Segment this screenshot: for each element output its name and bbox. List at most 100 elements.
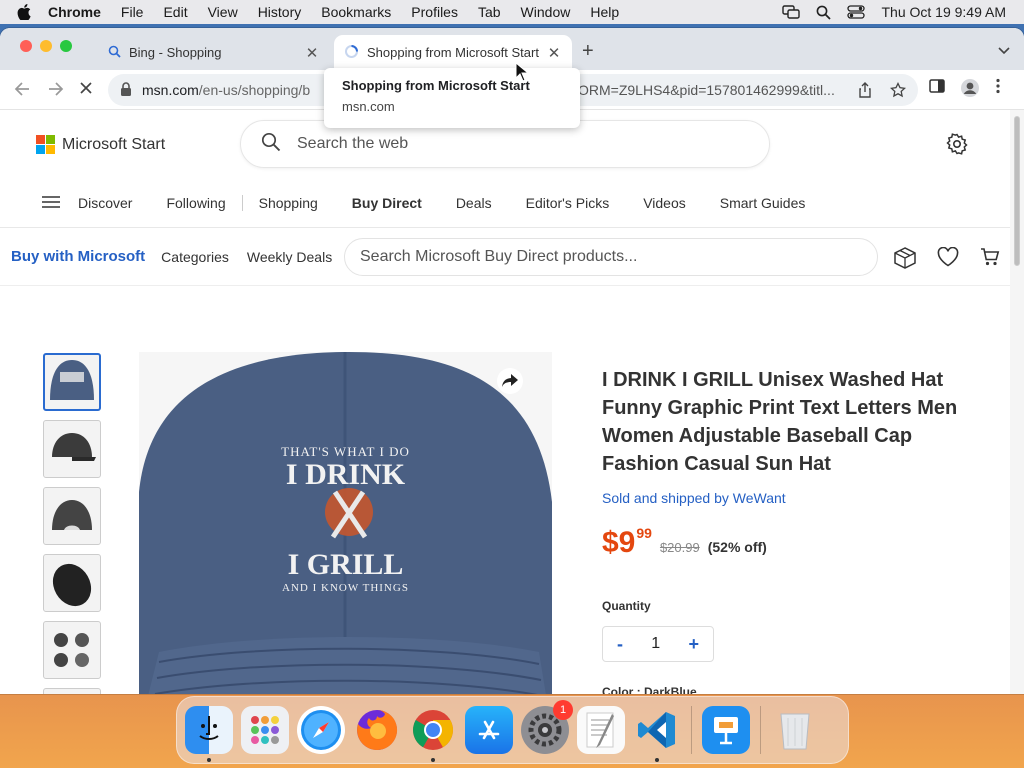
- nav-smart-guides[interactable]: Smart Guides: [720, 195, 806, 211]
- tab-shopping-microsoft-start[interactable]: Shopping from Microsoft Start ✕: [334, 35, 572, 70]
- menu-clock[interactable]: Thu Oct 19 9:49 AM: [881, 4, 1006, 20]
- menu-help[interactable]: Help: [590, 4, 619, 20]
- app-store-icon[interactable]: [465, 706, 513, 754]
- zoom-window-button[interactable]: [60, 40, 72, 52]
- product-thumbnail[interactable]: [43, 688, 101, 694]
- buy-direct-search-input[interactable]: Search Microsoft Buy Direct products...: [344, 238, 878, 276]
- trash-icon[interactable]: [771, 706, 819, 754]
- lock-icon[interactable]: [120, 82, 132, 100]
- running-indicator: [655, 758, 659, 762]
- chevron-down-icon[interactable]: [998, 42, 1010, 60]
- quantity-increase-button[interactable]: +: [688, 634, 699, 655]
- quantity-label: Quantity: [602, 599, 651, 613]
- safari-icon[interactable]: [297, 706, 345, 754]
- weekly-deals-link[interactable]: Weekly Deals: [247, 249, 332, 265]
- url-host: msn.com: [142, 82, 199, 98]
- chrome-icon[interactable]: [409, 706, 457, 762]
- firefox-icon[interactable]: [353, 706, 401, 754]
- keynote-icon[interactable]: [702, 706, 750, 754]
- price-row: $9 99 $20.99 (52% off): [602, 525, 767, 560]
- system-settings-icon[interactable]: 1: [521, 700, 573, 754]
- orders-box-icon[interactable]: [893, 247, 917, 274]
- stop-loading-icon[interactable]: [78, 80, 94, 101]
- tab-title: Shopping from Microsoft Start: [367, 45, 539, 60]
- product-thumbnail[interactable]: [43, 420, 101, 478]
- bookmark-star-icon[interactable]: [889, 81, 907, 101]
- launchpad-icon[interactable]: [241, 706, 289, 754]
- cart-icon[interactable]: [980, 247, 1000, 272]
- buy-with-microsoft-link[interactable]: Buy with Microsoft: [11, 248, 145, 265]
- product-thumbnails: [43, 353, 101, 694]
- product-thumbnail[interactable]: [43, 353, 101, 411]
- notification-badge: 1: [553, 700, 573, 720]
- menu-bar: Chrome File Edit View History Bookmarks …: [0, 0, 1024, 24]
- scrollbar-thumb[interactable]: [1014, 116, 1020, 266]
- menu-app-name[interactable]: Chrome: [48, 4, 101, 20]
- web-search-placeholder: Search the web: [297, 135, 409, 152]
- nav-buy-direct[interactable]: Buy Direct: [352, 195, 422, 211]
- nav-following[interactable]: Following: [166, 195, 225, 211]
- minimize-window-button[interactable]: [40, 40, 52, 52]
- new-tab-icon[interactable]: +: [582, 40, 594, 63]
- menu-profiles[interactable]: Profiles: [411, 4, 458, 20]
- screen-mirroring-icon[interactable]: [782, 5, 801, 19]
- dock-separator: [691, 706, 692, 754]
- seller-link[interactable]: Sold and shipped by WeWant: [602, 490, 786, 506]
- product-title: I DRINK I GRILL Unisex Washed Hat Funny …: [602, 369, 958, 475]
- textedit-icon[interactable]: [577, 706, 625, 754]
- product-thumbnail[interactable]: [43, 621, 101, 679]
- nav-discover[interactable]: Discover: [78, 195, 132, 211]
- product-thumbnail[interactable]: [43, 554, 101, 612]
- hat-print-line3: I GRILL: [287, 548, 404, 581]
- control-center-icon[interactable]: [847, 5, 866, 19]
- side-panel-icon[interactable]: [929, 78, 945, 99]
- heart-icon[interactable]: [937, 246, 959, 272]
- hat-print-line4: AND I KNOW THINGS: [282, 582, 409, 594]
- menu-window[interactable]: Window: [521, 4, 571, 20]
- menu-history[interactable]: History: [258, 4, 302, 20]
- tab-hover-card: Shopping from Microsoft Start msn.com: [324, 68, 580, 128]
- dock-separator: [760, 706, 761, 754]
- back-arrow-icon[interactable]: [14, 80, 32, 103]
- share-icon[interactable]: [858, 82, 872, 101]
- more-vertical-icon[interactable]: [996, 78, 1000, 99]
- buy-direct-bar: Buy with Microsoft Categories Weekly Dea…: [0, 228, 1010, 286]
- nav-editors-picks[interactable]: Editor's Picks: [526, 195, 610, 211]
- site-nav: Discover Following Shopping Buy Direct D…: [0, 178, 1010, 228]
- menu-bookmarks[interactable]: Bookmarks: [321, 4, 391, 20]
- categories-link[interactable]: Categories: [161, 249, 229, 265]
- url-text: msn.com/en-us/shopping/b: [142, 82, 310, 98]
- share-button[interactable]: [497, 368, 523, 394]
- apple-menu-icon[interactable]: [0, 4, 48, 20]
- web-page: Microsoft Start Search the web Discover …: [0, 110, 1010, 694]
- product-thumbnail[interactable]: [43, 487, 101, 545]
- forward-arrow-icon[interactable]: [46, 80, 64, 103]
- menu-tab[interactable]: Tab: [478, 4, 501, 20]
- page-scrollbar[interactable]: [1010, 110, 1024, 694]
- vscode-icon[interactable]: [633, 706, 681, 762]
- close-tab-icon[interactable]: ✕: [304, 44, 320, 62]
- original-price: $20.99: [659, 540, 700, 555]
- menu-file[interactable]: File: [121, 4, 144, 20]
- spotlight-search-icon[interactable]: [816, 5, 832, 20]
- nav-videos[interactable]: Videos: [643, 195, 686, 211]
- microsoft-start-logo[interactable]: Microsoft Start: [36, 135, 165, 154]
- gear-icon[interactable]: [946, 133, 968, 160]
- hat-print-line2: I DRINK: [285, 458, 406, 491]
- profile-avatar-icon[interactable]: [960, 78, 980, 103]
- close-tab-icon[interactable]: ✕: [546, 44, 562, 62]
- close-window-button[interactable]: [20, 40, 32, 52]
- quantity-decrease-button[interactable]: -: [617, 634, 623, 655]
- menu-edit[interactable]: Edit: [163, 4, 187, 20]
- tab-bing-shopping[interactable]: Bing - Shopping ✕: [98, 35, 330, 70]
- url-tail: ORM=Z9LHS4&pid=157801462999&titl...: [578, 82, 835, 98]
- product-main-image[interactable]: THAT'S WHAT I DO I DRINK I GRILL AND I K…: [139, 352, 552, 694]
- search-icon: [241, 132, 281, 157]
- menu-view[interactable]: View: [208, 4, 238, 20]
- nav-deals[interactable]: Deals: [456, 195, 492, 211]
- hamburger-menu-icon[interactable]: [42, 195, 60, 211]
- quantity-value[interactable]: 1: [651, 635, 660, 653]
- microsoft-logo-icon: [36, 135, 55, 154]
- nav-shopping[interactable]: Shopping: [259, 195, 318, 211]
- finder-icon[interactable]: [185, 706, 233, 762]
